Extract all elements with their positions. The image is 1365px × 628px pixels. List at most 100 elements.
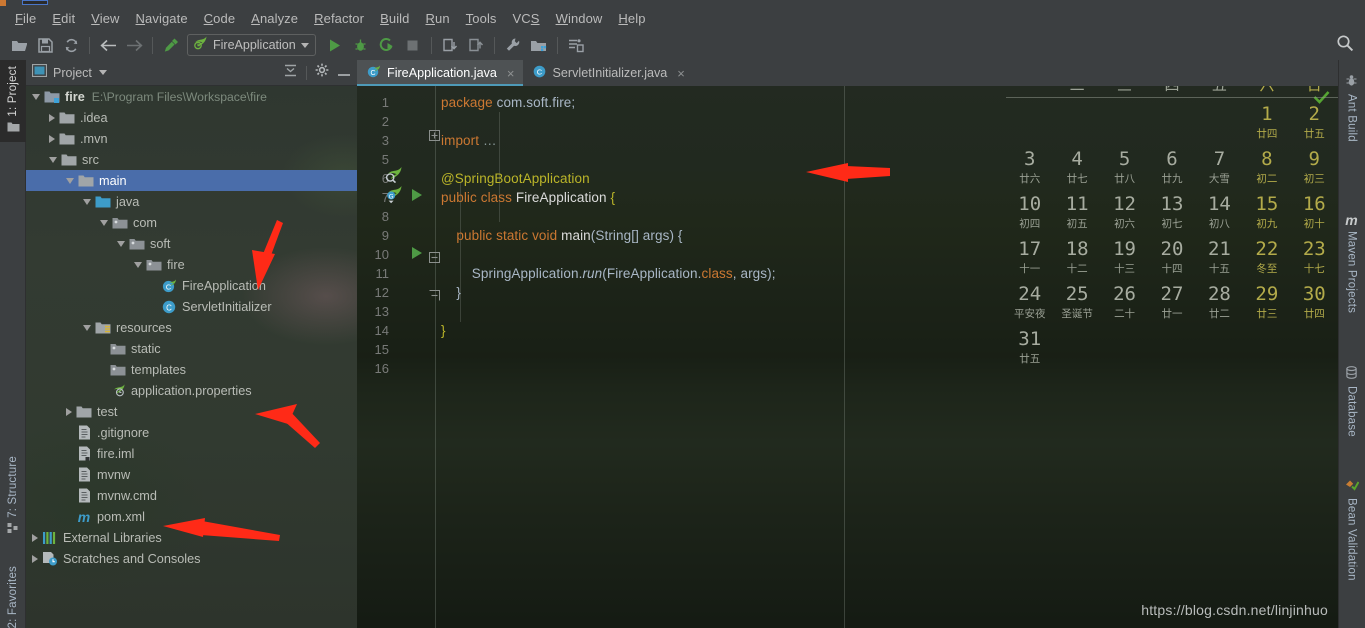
code-text[interactable]: package com.soft.fire; import … @SpringBoo…: [357, 86, 1338, 628]
sidebar-item-favorites[interactable]: 2: Favorites: [0, 560, 26, 628]
code-line[interactable]: SpringApplication.run(FireApplication.cl…: [441, 266, 776, 281]
chevron-down-icon[interactable]: [83, 198, 91, 205]
search-everywhere-button[interactable]: [1333, 33, 1357, 57]
save-all-icon[interactable]: [32, 33, 58, 57]
project-view-chevron-down-icon[interactable]: [98, 70, 107, 75]
run-with-coverage-button[interactable]: [374, 33, 400, 57]
tree-node-fireapplication[interactable]: C FireApplication: [26, 275, 357, 296]
tree-node-fire[interactable]: fire E:\Program Files\Workspace\fire: [26, 86, 357, 107]
build-hammer-icon[interactable]: [158, 33, 184, 57]
window-outline: [22, 0, 48, 5]
close-icon[interactable]: ×: [677, 66, 685, 81]
tree-node-servletinitializer[interactable]: C ServletInitializer: [26, 296, 357, 317]
menu-item-edit[interactable]: Edit: [44, 9, 83, 28]
tree-node-mvn[interactable]: .mvn: [26, 128, 357, 149]
back-icon[interactable]: [95, 33, 121, 57]
java-class-icon: C: [161, 299, 177, 315]
tree-node-soft[interactable]: soft: [26, 233, 357, 254]
sidebar-item-bean-validation[interactable]: Bean Validation: [1338, 472, 1365, 587]
menu-item-window[interactable]: Window: [548, 9, 611, 28]
settings-wrench-icon[interactable]: [500, 33, 526, 57]
hide-window-icon[interactable]: [337, 64, 351, 82]
chevron-down-icon[interactable]: [100, 219, 108, 226]
chevron-right-icon[interactable]: [66, 407, 72, 416]
menu-item-help[interactable]: Help: [610, 9, 653, 28]
menu-item-view[interactable]: View: [83, 9, 127, 28]
menu-item-vcs[interactable]: VCS: [505, 9, 548, 28]
tree-node-pom-xml[interactable]: m pom.xml: [26, 506, 357, 527]
tree-node-src[interactable]: src: [26, 149, 357, 170]
attach-icon[interactable]: [563, 33, 589, 57]
chevron-down-icon[interactable]: [32, 93, 40, 100]
sidebar-item-maven-projects[interactable]: m Maven Projects: [1338, 208, 1365, 319]
tree-node-fire[interactable]: fire: [26, 254, 357, 275]
menu-item-build[interactable]: Build: [372, 9, 417, 28]
code-line[interactable]: public class FireApplication {: [441, 190, 615, 205]
code-line[interactable]: @SpringBootApplication: [441, 171, 590, 186]
tree-node-application-properties[interactable]: application.properties: [26, 380, 357, 401]
tree-node-fire-iml[interactable]: fire.iml: [26, 443, 357, 464]
bean-validation-icon: [1345, 478, 1359, 494]
open-project-icon[interactable]: [6, 33, 32, 57]
tree-node-main[interactable]: main: [26, 170, 357, 191]
code-editor[interactable]: 1 2 3 5 6 7 8 9 10 11 12 13 14 15 16 G p…: [357, 86, 1338, 628]
editor-tab-servletinitializer-java[interactable]: C ServletInitializer.java ×: [523, 60, 693, 86]
run-button[interactable]: [322, 33, 348, 57]
commit-icon[interactable]: [463, 33, 489, 57]
inspection-ok-check-icon[interactable]: [1313, 90, 1330, 110]
folder-icon: [59, 131, 75, 147]
menu-item-file[interactable]: File: [7, 9, 44, 28]
project-structure-icon[interactable]: [526, 33, 552, 57]
sidebar-item-maven-projects-label: Maven Projects: [1345, 231, 1358, 314]
menu-item-code[interactable]: Code: [196, 9, 244, 28]
chevron-down-icon[interactable]: [66, 177, 74, 184]
menu-item-refactor[interactable]: Refactor: [306, 9, 372, 28]
menu-item-analyze[interactable]: Analyze: [243, 9, 306, 28]
tree-node-external-libraries[interactable]: External Libraries: [26, 527, 357, 548]
collapse-all-icon[interactable]: [283, 64, 298, 82]
sync-icon[interactable]: [58, 33, 84, 57]
menu-item-run[interactable]: Run: [418, 9, 458, 28]
chevron-down-icon[interactable]: [300, 42, 309, 48]
chevron-right-icon[interactable]: [32, 533, 38, 542]
sidebar-item-project[interactable]: 1: Project: [0, 60, 26, 142]
chevron-right-icon[interactable]: [49, 134, 55, 143]
tree-node-gitignore[interactable]: .gitignore: [26, 422, 357, 443]
tree-node-scratches-and-consoles[interactable]: Scratches and Consoles: [26, 548, 357, 569]
chevron-down-icon[interactable]: [83, 324, 91, 331]
editor-tab-fireapplication-java[interactable]: C FireApplication.java ×: [357, 60, 523, 86]
tree-node-templates[interactable]: templates: [26, 359, 357, 380]
tree-node-resources[interactable]: resources: [26, 317, 357, 338]
forward-icon[interactable]: [121, 33, 147, 57]
close-icon[interactable]: ×: [507, 66, 515, 81]
chevron-down-icon[interactable]: [117, 240, 125, 247]
project-tree[interactable]: fire E:\Program Files\Workspace\fire .idea…: [26, 86, 357, 628]
folder-icon: [59, 110, 75, 126]
code-line[interactable]: }: [441, 285, 461, 300]
sidebar-item-ant-build[interactable]: Ant Build: [1338, 68, 1365, 148]
stop-button[interactable]: [400, 33, 426, 57]
tree-node-idea[interactable]: .idea: [26, 107, 357, 128]
code-line[interactable]: }: [441, 323, 446, 338]
tree-node-com[interactable]: com: [26, 212, 357, 233]
tree-node-mvnw-cmd[interactable]: mvnw.cmd: [26, 485, 357, 506]
code-line[interactable]: import …: [441, 133, 497, 148]
tree-node-java[interactable]: java: [26, 191, 357, 212]
chevron-right-icon[interactable]: [49, 113, 55, 122]
chevron-down-icon[interactable]: [49, 156, 57, 163]
tree-node-test[interactable]: test: [26, 401, 357, 422]
menu-item-tools[interactable]: Tools: [458, 9, 505, 28]
tree-node-static[interactable]: static: [26, 338, 357, 359]
chevron-right-icon[interactable]: [32, 554, 38, 563]
update-project-icon[interactable]: [437, 33, 463, 57]
chevron-down-icon[interactable]: [134, 261, 142, 268]
tree-node-mvnw[interactable]: mvnw: [26, 464, 357, 485]
code-line[interactable]: package com.soft.fire;: [441, 95, 575, 110]
debug-button[interactable]: [348, 33, 374, 57]
sidebar-item-structure[interactable]: 7: Structure: [0, 450, 26, 543]
code-line[interactable]: public static void main(String[] args) {: [441, 228, 683, 243]
run-configuration-selector[interactable]: FireApplication: [187, 34, 316, 56]
gear-icon[interactable]: [315, 63, 329, 82]
menu-item-navigate[interactable]: Navigate: [128, 9, 196, 28]
sidebar-item-database[interactable]: Database: [1338, 360, 1365, 443]
